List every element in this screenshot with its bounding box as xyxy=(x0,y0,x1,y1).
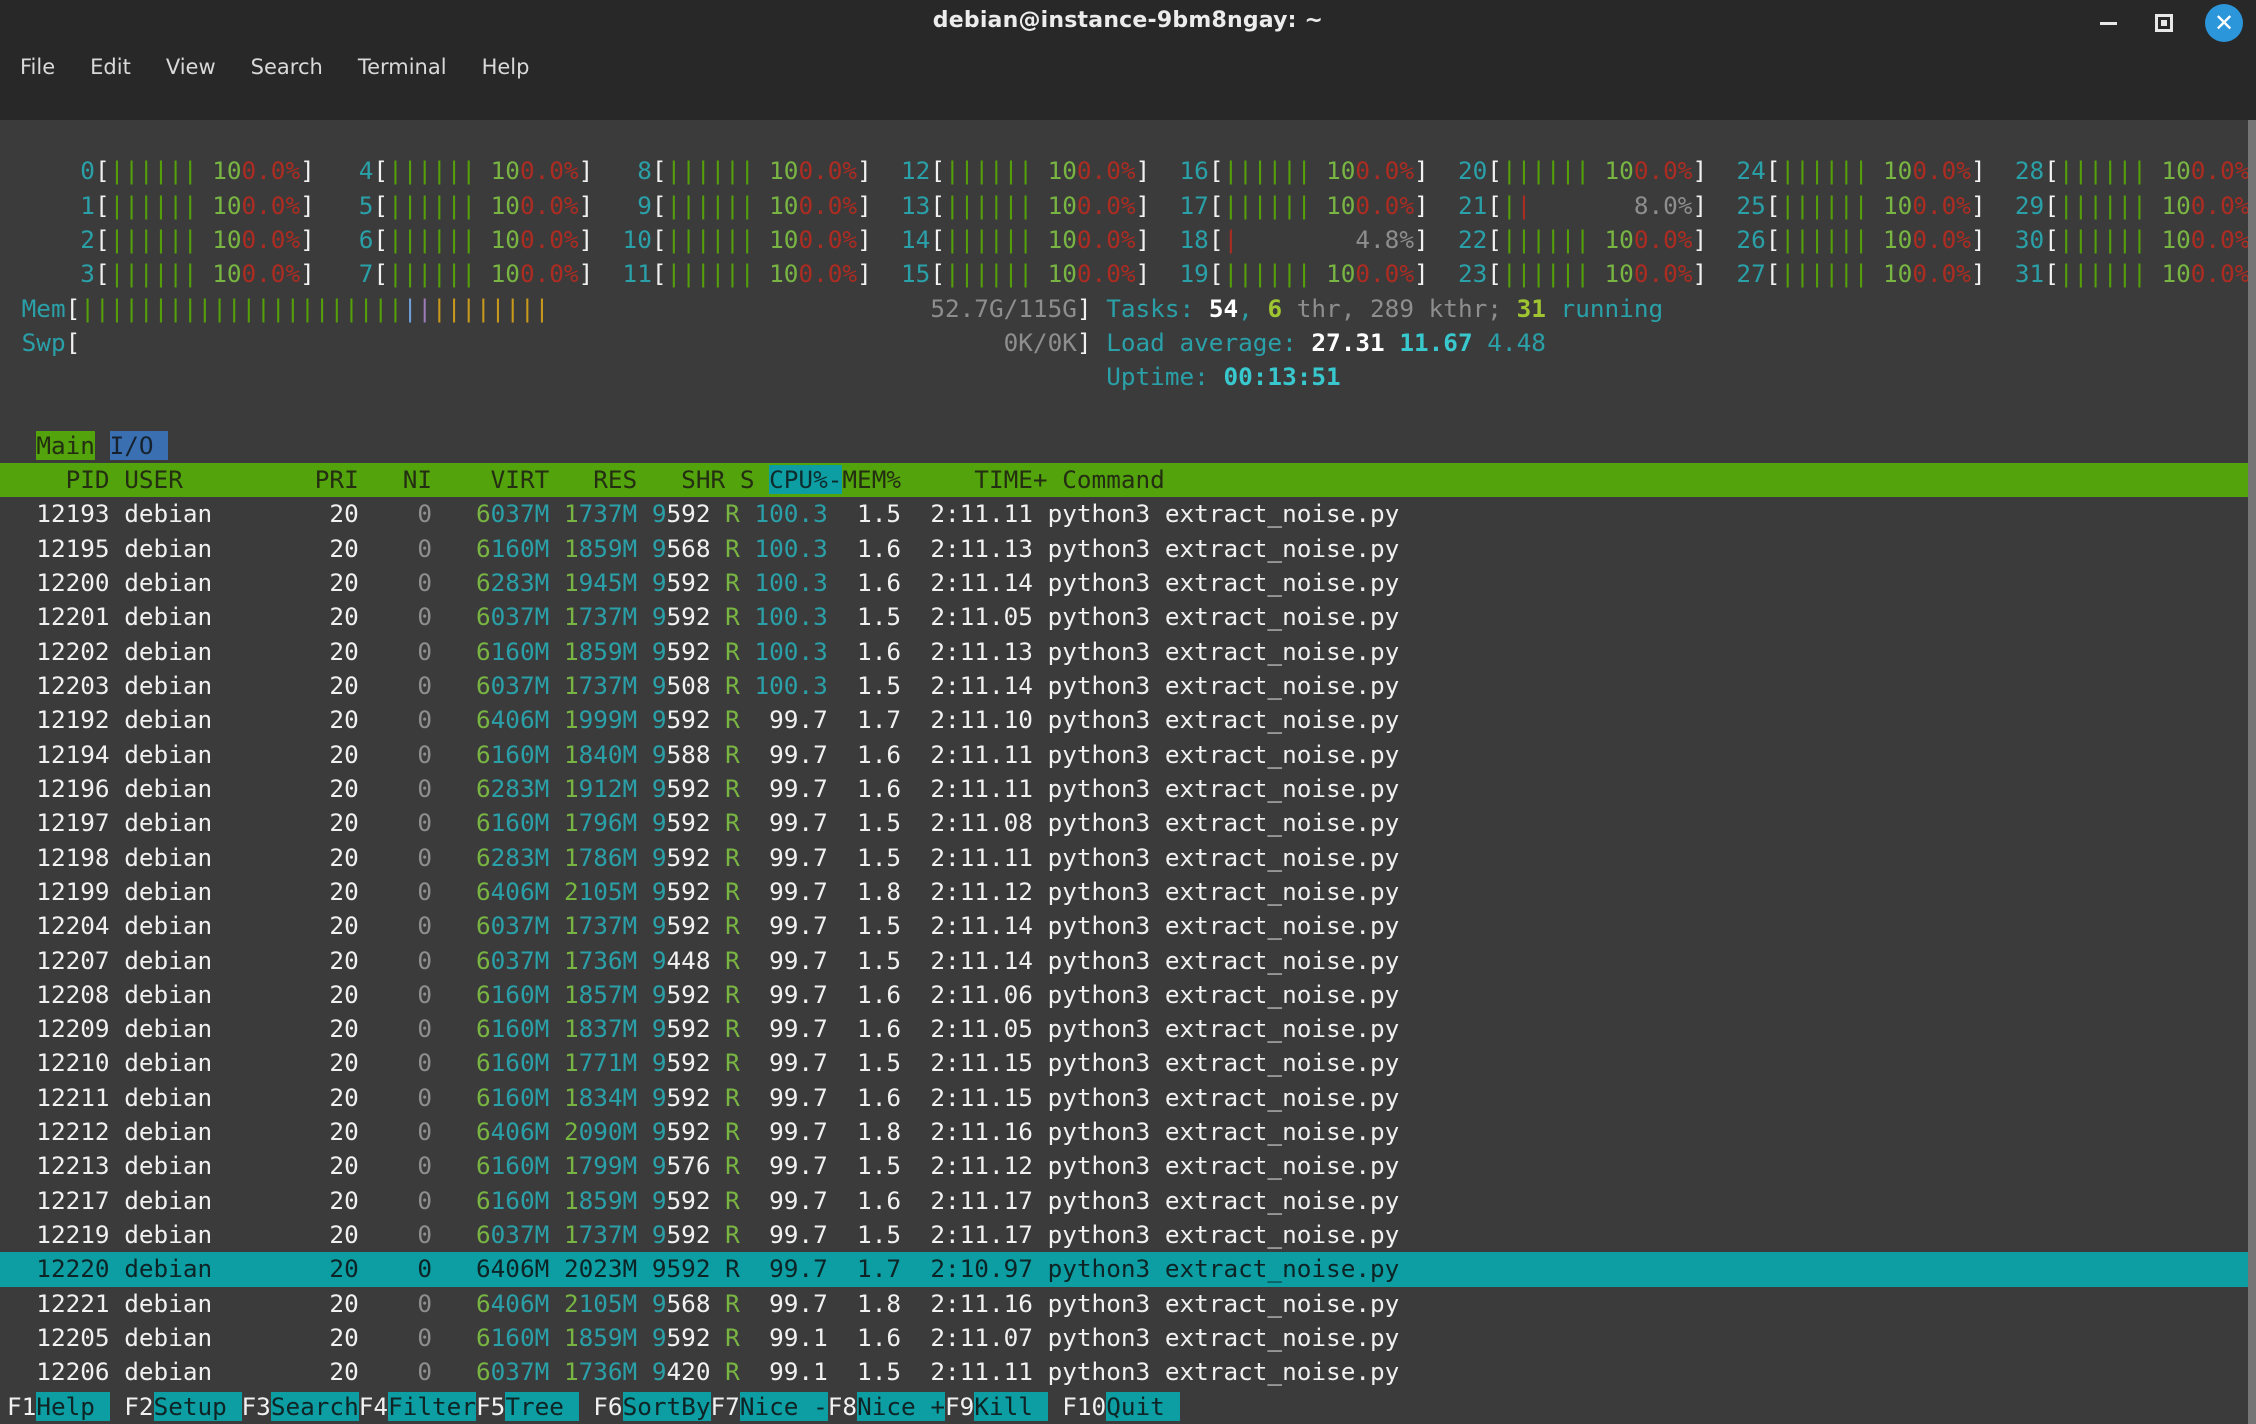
process-row-12211[interactable]: 12211 debian 20 0 6160M 1834M 9592 R 99.… xyxy=(0,1081,2256,1115)
memory-line: Mem[|||||||||||||||||||||||||||||||| 52.… xyxy=(0,292,2256,326)
fkey-label-f7[interactable]: Nice - xyxy=(740,1392,828,1421)
process-row-12201[interactable]: 12201 debian 20 0 6037M 1737M 9592 R 100… xyxy=(0,600,2256,634)
cpu-meter-row-2: 2[|||||| 100.0%] 6[|||||| 100.0%] 10[|||… xyxy=(0,223,2256,257)
process-row-12208[interactable]: 12208 debian 20 0 6160M 1857M 9592 R 99.… xyxy=(0,978,2256,1012)
menu-item-search[interactable]: Search xyxy=(247,53,327,81)
blank-line xyxy=(0,120,2256,154)
fkey-f3[interactable]: F3 xyxy=(242,1392,271,1421)
scrollbar[interactable] xyxy=(2248,120,2256,1424)
menu-item-view[interactable]: View xyxy=(162,53,220,81)
tab-io[interactable]: I/O xyxy=(110,431,169,460)
menu-item-terminal[interactable]: Terminal xyxy=(354,53,451,81)
fkey-f6[interactable]: F6 xyxy=(593,1392,622,1421)
fkey-bar: F1Help F2Setup F3SearchF4FilterF5Tree F6… xyxy=(0,1390,2256,1424)
fkey-label-f3[interactable]: Search xyxy=(271,1392,359,1421)
fkey-label-f8[interactable]: Nice + xyxy=(857,1392,945,1421)
process-row-12203[interactable]: 12203 debian 20 0 6037M 1737M 9508 R 100… xyxy=(0,669,2256,703)
process-row-12194[interactable]: 12194 debian 20 0 6160M 1840M 9588 R 99.… xyxy=(0,738,2256,772)
process-row-12206[interactable]: 12206 debian 20 0 6037M 1736M 9420 R 99.… xyxy=(0,1355,2256,1389)
process-row-12210[interactable]: 12210 debian 20 0 6160M 1771M 9592 R 99.… xyxy=(0,1046,2256,1080)
menu-item-file[interactable]: File xyxy=(16,53,59,81)
process-row-12200[interactable]: 12200 debian 20 0 6283M 1945M 9592 R 100… xyxy=(0,566,2256,600)
process-row-12209[interactable]: 12209 debian 20 0 6160M 1837M 9592 R 99.… xyxy=(0,1012,2256,1046)
fkey-label-f4[interactable]: Filter xyxy=(388,1392,476,1421)
fkey-f9[interactable]: F9 xyxy=(945,1392,974,1421)
sort-column-cpu[interactable]: CPU%- xyxy=(769,465,842,494)
maximize-button[interactable] xyxy=(2144,0,2184,46)
fkey-f1[interactable]: F1 xyxy=(7,1392,36,1421)
htop-screen: 0[|||||| 100.0%] 4[|||||| 100.0%] 8[||||… xyxy=(0,120,2256,1424)
process-row-12204[interactable]: 12204 debian 20 0 6037M 1737M 9592 R 99.… xyxy=(0,909,2256,943)
process-row-12193[interactable]: 12193 debian 20 0 6037M 1737M 9592 R 100… xyxy=(0,497,2256,531)
titlebar: debian@instance-9bm8ngay: ~ ✕ xyxy=(0,0,2256,46)
process-row-12213[interactable]: 12213 debian 20 0 6160M 1799M 9576 R 99.… xyxy=(0,1149,2256,1183)
fkey-label-f1[interactable]: Help xyxy=(36,1392,109,1421)
fkey-f8[interactable]: F8 xyxy=(828,1392,857,1421)
menubar: File Edit View Search Terminal Help xyxy=(0,46,2256,120)
window-title: debian@instance-9bm8ngay: ~ xyxy=(0,8,2256,33)
process-row-12207[interactable]: 12207 debian 20 0 6037M 1736M 9448 R 99.… xyxy=(0,944,2256,978)
process-row-12198[interactable]: 12198 debian 20 0 6283M 1786M 9592 R 99.… xyxy=(0,841,2256,875)
fkey-f10[interactable]: F10 xyxy=(1062,1392,1106,1421)
process-row-12196[interactable]: 12196 debian 20 0 6283M 1912M 9592 R 99.… xyxy=(0,772,2256,806)
tab-main[interactable]: Main xyxy=(36,431,95,460)
maximize-icon xyxy=(2155,14,2173,32)
process-row-12197[interactable]: 12197 debian 20 0 6160M 1796M 9592 R 99.… xyxy=(0,806,2256,840)
fkey-label-f5[interactable]: Tree xyxy=(505,1392,578,1421)
process-row-12217[interactable]: 12217 debian 20 0 6160M 1859M 9592 R 99.… xyxy=(0,1184,2256,1218)
process-row-12221[interactable]: 12221 debian 20 0 6406M 2105M 9568 R 99.… xyxy=(0,1287,2256,1321)
cpu-meter-row-3: 3[|||||| 100.0%] 7[|||||| 100.0%] 11[|||… xyxy=(0,257,2256,291)
terminal-window: debian@instance-9bm8ngay: ~ ✕ File Edit Vi… xyxy=(0,0,2256,1424)
process-row-12195[interactable]: 12195 debian 20 0 6160M 1859M 9568 R 100… xyxy=(0,532,2256,566)
close-button[interactable]: ✕ xyxy=(2200,0,2248,46)
close-icon: ✕ xyxy=(2205,4,2243,42)
process-row-12199[interactable]: 12199 debian 20 0 6406M 2105M 9592 R 99.… xyxy=(0,875,2256,909)
menu-item-help[interactable]: Help xyxy=(478,53,534,81)
process-row-12205[interactable]: 12205 debian 20 0 6160M 1859M 9592 R 99.… xyxy=(0,1321,2256,1355)
fkey-f4[interactable]: F4 xyxy=(359,1392,388,1421)
swap-line: Swp[ 0K/0K] Load average: 27.31 11.67 4.… xyxy=(0,326,2256,360)
process-row-12212[interactable]: 12212 debian 20 0 6406M 2090M 9592 R 99.… xyxy=(0,1115,2256,1149)
tabs-line: Main I/O xyxy=(0,429,2256,463)
menu-item-edit[interactable]: Edit xyxy=(86,53,135,81)
cpu-meter-row-1: 1[|||||| 100.0%] 5[|||||| 100.0%] 9[||||… xyxy=(0,189,2256,223)
minimize-button[interactable] xyxy=(2088,0,2128,46)
process-row-12202[interactable]: 12202 debian 20 0 6160M 1859M 9592 R 100… xyxy=(0,635,2256,669)
fkey-label-f2[interactable]: Setup xyxy=(154,1392,242,1421)
fkey-f7[interactable]: F7 xyxy=(711,1392,740,1421)
process-row-12192[interactable]: 12192 debian 20 0 6406M 1999M 9592 R 99.… xyxy=(0,703,2256,737)
uptime-line: Uptime: 00:13:51 xyxy=(0,360,2256,394)
fkey-f5[interactable]: F5 xyxy=(476,1392,505,1421)
minimize-icon xyxy=(2100,22,2117,25)
process-row-12219[interactable]: 12219 debian 20 0 6037M 1737M 9592 R 99.… xyxy=(0,1218,2256,1252)
table-header[interactable]: PID USER PRI NI VIRT RES SHR S CPU%-MEM%… xyxy=(0,463,2256,497)
process-row-12220[interactable]: 12220 debian 20 0 6406M 2023M 9592 R 99.… xyxy=(0,1252,2256,1286)
cpu-meter-row-0: 0[|||||| 100.0%] 4[|||||| 100.0%] 8[||||… xyxy=(0,154,2256,188)
blank-line xyxy=(0,395,2256,429)
fkey-label-f6[interactable]: SortBy xyxy=(623,1392,711,1421)
fkey-f2[interactable]: F2 xyxy=(124,1392,153,1421)
fkey-label-f10[interactable]: Quit xyxy=(1106,1392,1179,1421)
fkey-label-f9[interactable]: Kill xyxy=(974,1392,1047,1421)
